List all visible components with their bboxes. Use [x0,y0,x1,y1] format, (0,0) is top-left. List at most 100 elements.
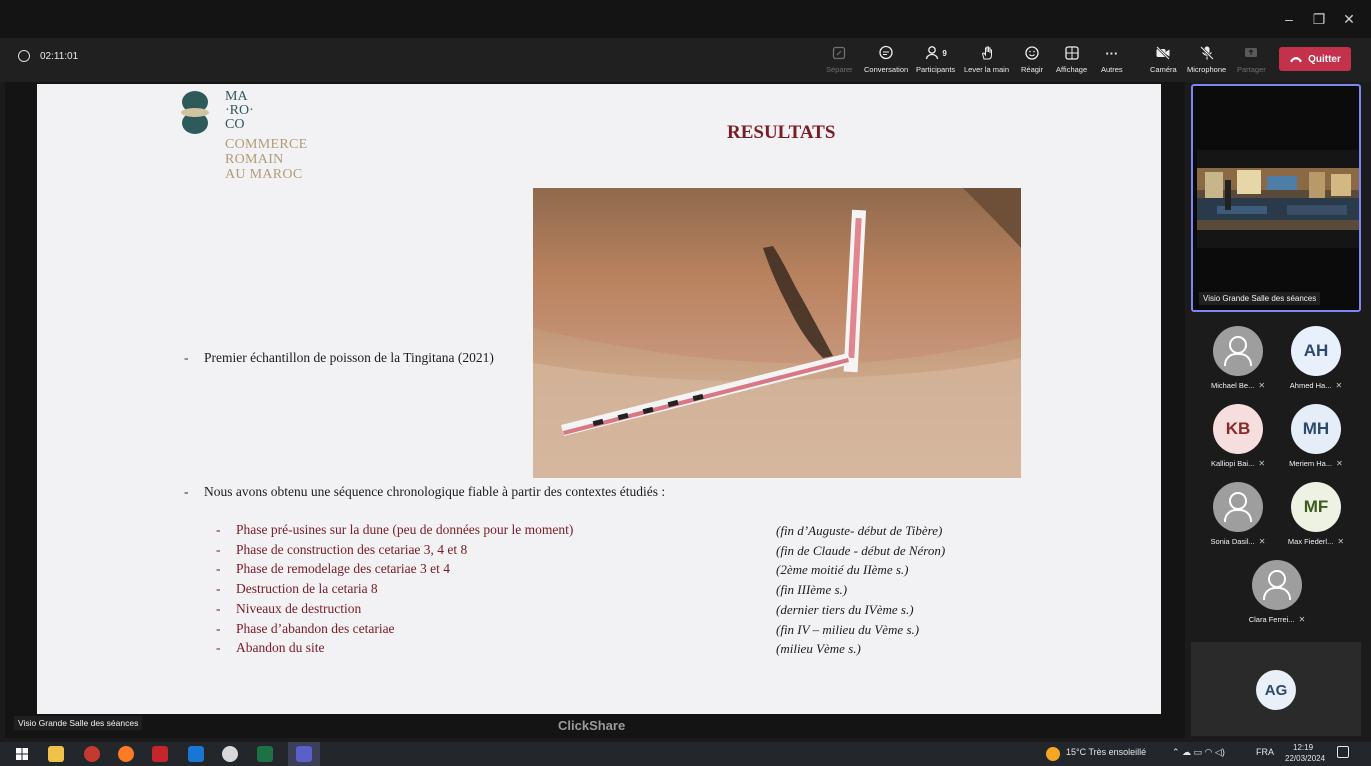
react-button[interactable]: Réagir [1021,44,1043,78]
featured-name-tag: Visio Grande Salle des séances [1199,292,1321,305]
phase-item: Phase de remodelage des cetariae 3 et 4 [236,561,451,576]
shield-icon [18,50,30,62]
participant-name: Sonia Dasil... ✕ [1199,537,1277,546]
participant-tile[interactable]: AH Ahmed Ha... ✕ [1277,326,1355,398]
elapsed-time: 02:11:01 [40,50,79,62]
logo-line: ·RO· [225,103,254,118]
mic-off-icon: ✕ [1335,381,1343,390]
participant-tile[interactable]: KB Kalliopi Bai... ✕ [1199,404,1277,476]
phase-dash: - [216,621,221,636]
avatar: KB [1213,404,1263,454]
windows-start-icon[interactable] [14,746,30,762]
firefox-icon[interactable] [118,746,134,762]
self-avatar: AG [1256,670,1296,710]
view-label: Affichage [1056,65,1088,74]
bullet-dash: - [184,350,189,365]
app-icon[interactable] [222,746,238,762]
phase-item: Abandon du site [236,640,325,655]
participant-tile[interactable]: MH Meriem Ha... ✕ [1277,404,1355,476]
slide-title: RESULTATS [727,122,836,143]
chat-label: Conversation [864,65,909,74]
clock-time[interactable]: 12:19 [1293,743,1313,752]
react-label: Réagir [1021,65,1044,74]
notification-icon[interactable] [1337,746,1349,758]
excel-icon[interactable] [257,746,273,762]
avatar: AH [1291,326,1341,376]
self-view-tile[interactable]: AG [1191,642,1361,736]
participants-button[interactable]: 9 Participants [916,44,955,78]
participant-name-text: Michael Be... [1210,381,1255,390]
mic-off-icon: ✕ [1336,459,1343,468]
minimize-button[interactable]: – [1276,8,1302,30]
presentation-slide: MA ·RO· CO COMMERCE ROMAIN AU MAROC RESU… [37,84,1161,714]
avatar [1213,482,1263,532]
raise-hand-icon [978,44,996,62]
tray-icons[interactable]: ⌃ ☁ ▭ ◠ ◁) [1172,747,1225,758]
chat-button[interactable]: Conversation [864,44,908,78]
raise-hand-label: Lever la main [964,65,1010,74]
file-explorer-icon[interactable] [48,746,64,762]
avatar: MF [1291,482,1341,532]
window-titlebar: – ❐ ✕ [0,0,1371,38]
avatar [1252,560,1302,610]
phase-dash: - [216,561,221,576]
participant-tile[interactable]: Sonia Dasil... ✕ [1199,482,1277,554]
mic-off-icon: ✕ [1337,537,1345,546]
phase-date: (milieu Vème s.) [776,641,861,656]
bullet-dash: - [184,484,189,499]
close-button[interactable]: ✕ [1336,8,1362,30]
phase-dash: - [216,640,221,655]
split-button[interactable]: Séparer [826,44,853,78]
participant-tile[interactable]: Clara Ferrei... ✕ [1238,560,1316,632]
clock-date[interactable]: 22/03/2024 [1285,754,1325,763]
participant-name-text: Kalliopi Bai... [1210,459,1255,468]
restore-button[interactable]: ❐ [1306,8,1332,30]
language-indicator[interactable]: FRA [1256,747,1274,757]
phase-item: Destruction de la cetaria 8 [236,581,378,596]
view-button[interactable]: Affichage [1056,44,1087,78]
raise-hand-button[interactable]: Lever la main [964,44,1009,78]
more-label: Autres [1101,65,1123,74]
participant-name: Meriem Ha... ✕ [1277,459,1355,468]
split-icon [830,44,848,62]
avatar [1213,326,1263,376]
phase-date: (fin IIIème s.) [776,582,848,597]
view-icon [1063,44,1081,62]
logo-line: MA [225,89,248,104]
microphone-button[interactable]: Microphone [1187,44,1226,78]
clickshare-watermark: ClickShare [558,718,626,733]
mic-off-icon: ✕ [1258,537,1266,546]
phase-date: (fin IV – milieu du Vème s.) [776,622,920,637]
featured-video-tile[interactable]: Visio Grande Salle des séances [1191,84,1361,312]
teams-meeting-window: – ❐ ✕ 02:11:01 Séparer Conversation 9 Pa… [0,0,1371,766]
windows-taskbar: 15°C Très ensoleillé ⌃ ☁ ▭ ◠ ◁) FRA 12:1… [0,742,1371,766]
participant-name-text: Meriem Ha... [1289,459,1333,468]
participant-tile[interactable]: Michael Be... ✕ [1199,326,1277,398]
microphone-label: Microphone [1187,65,1227,74]
more-button[interactable]: ··· Autres [1101,44,1123,78]
quit-button[interactable]: Quitter [1279,47,1351,71]
presenter-name-tag: Visio Grande Salle des séances [14,716,143,730]
phase-item: Phase d’abandon des cetariae [236,621,395,636]
weather-text[interactable]: 15°C Très ensoleillé [1066,747,1146,757]
phase-date: (fin d’Auguste- début de Tibère) [776,523,943,538]
app-icon[interactable] [84,746,100,762]
phase-dash: - [216,522,221,537]
participants-label: Participants [916,65,956,74]
share-button[interactable]: Partager [1237,44,1266,78]
logo-subtitle: COMMERCE ROMAIN AU MAROC [225,137,308,182]
more-icon: ··· [1105,45,1119,61]
bullet-chronology: Nous avons obtenu une séquence chronolog… [204,484,666,499]
excavation-photo [533,188,1021,478]
mic-off-icon: ✕ [1258,459,1266,468]
outlook-icon[interactable] [188,746,204,762]
weather-sun-icon [1046,747,1060,761]
logo-sub-line: AU MAROC [225,167,303,182]
filezilla-icon[interactable] [152,746,168,762]
camera-button[interactable]: Caméra [1150,44,1177,78]
participant-tile[interactable]: MF Max Fiederl... ✕ [1277,482,1355,554]
room-video [1197,150,1359,248]
quit-label: Quitter [1308,53,1341,65]
participant-name-text: Ahmed Ha... [1289,381,1332,390]
participant-name-text: Clara Ferrei... [1248,615,1295,624]
